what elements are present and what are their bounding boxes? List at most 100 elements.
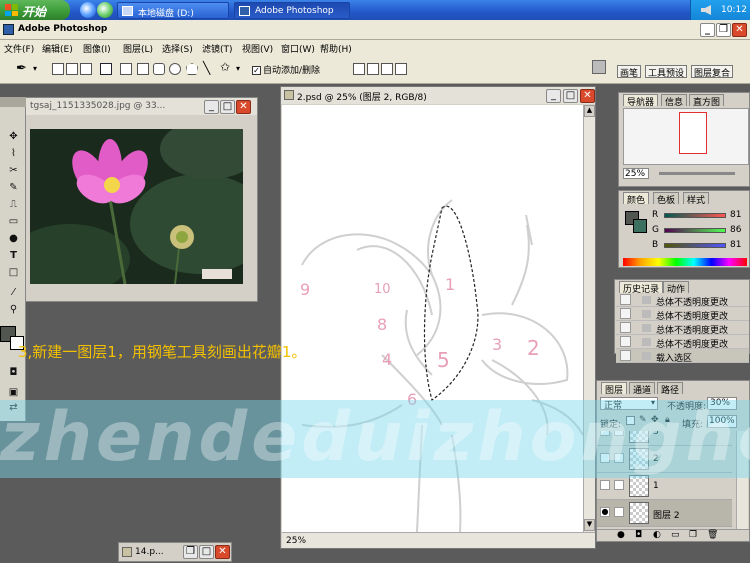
- tab-color[interactable]: 颜色: [623, 192, 650, 206]
- layer-group-icon[interactable]: ▭: [671, 530, 680, 540]
- tab-styles[interactable]: 样式: [683, 192, 710, 206]
- chevron-down-icon[interactable]: ▾: [236, 64, 240, 73]
- new-layer-icon[interactable]: ❐: [689, 530, 697, 540]
- tab-history[interactable]: 历史记录: [619, 281, 664, 295]
- minimize-button[interactable]: _: [204, 100, 219, 114]
- ie-icon[interactable]: [80, 2, 96, 18]
- freeform-pen-icon[interactable]: [120, 63, 132, 75]
- close-button[interactable]: ✕: [215, 545, 230, 559]
- crop-tool-icon[interactable]: ✂: [7, 165, 20, 177]
- tab-histogram[interactable]: 直方图: [689, 94, 725, 108]
- menu-select[interactable]: 选择(S): [162, 42, 193, 55]
- history-item[interactable]: 总体不透明度更改: [616, 321, 749, 336]
- history-item[interactable]: 总体不透明度更改: [616, 293, 749, 308]
- color-ramp[interactable]: [623, 258, 747, 266]
- eyedropper-tool-icon[interactable]: ⁄: [7, 287, 20, 299]
- stamp-tool-icon[interactable]: ⎍: [7, 199, 20, 211]
- blur-tool-icon[interactable]: ●: [7, 233, 20, 245]
- rectangle-icon[interactable]: [137, 63, 149, 75]
- menu-view[interactable]: 视图(V): [242, 42, 273, 55]
- tab-layers[interactable]: 图层: [601, 382, 628, 396]
- auto-add-delete-checkbox[interactable]: ✓ 自动添加/删除: [252, 63, 320, 76]
- navigator-view-box[interactable]: [679, 112, 707, 154]
- chevron-down-icon[interactable]: ▾: [33, 64, 37, 73]
- scroll-down-icon[interactable]: ▼: [584, 519, 595, 531]
- menu-window[interactable]: 窗口(W): [281, 42, 315, 55]
- task-photoshop[interactable]: Adobe Photoshop: [234, 2, 350, 19]
- navigator-zoom-field[interactable]: 25%: [623, 168, 649, 179]
- start-button[interactable]: 开始: [0, 0, 70, 20]
- history-item[interactable]: 总体不透明度更改: [616, 335, 749, 350]
- layer-style-icon[interactable]: ●: [617, 530, 625, 540]
- task-local-disk[interactable]: 本地磁盘 (D:): [117, 2, 229, 19]
- navigator-preview[interactable]: [623, 108, 749, 165]
- minimize-button[interactable]: _: [546, 89, 561, 103]
- layer-row-selected[interactable]: ● 图层 2: [597, 500, 732, 527]
- tab-brushes[interactable]: 画笔: [617, 65, 642, 79]
- scroll-up-icon[interactable]: ▲: [584, 105, 595, 117]
- tab-layer-comps[interactable]: 图层复合: [691, 65, 734, 79]
- move-tool-icon[interactable]: ✥: [7, 131, 20, 143]
- close-button[interactable]: ✕: [732, 23, 747, 37]
- history-item-current[interactable]: 载入选区: [616, 349, 749, 364]
- menu-layer[interactable]: 图层(L): [123, 42, 153, 55]
- menu-edit[interactable]: 编辑(E): [42, 42, 73, 55]
- minimize-button[interactable]: _: [700, 23, 715, 37]
- green-slider[interactable]: [664, 228, 726, 233]
- menu-help[interactable]: 帮助(H): [320, 42, 352, 55]
- blue-slider[interactable]: [664, 243, 726, 248]
- polygon-icon[interactable]: [186, 63, 198, 75]
- tab-paths[interactable]: 路径: [657, 382, 684, 396]
- maximize-button[interactable]: □: [220, 100, 235, 114]
- adjustment-layer-icon[interactable]: ◐: [653, 530, 661, 540]
- menu-filter[interactable]: 滤镜(T): [202, 42, 233, 55]
- close-button[interactable]: ✕: [236, 100, 251, 114]
- restore-button[interactable]: ❐: [716, 23, 731, 37]
- maximize-button[interactable]: □: [563, 89, 578, 103]
- maximize-button[interactable]: □: [199, 545, 214, 559]
- path-exclude-icon[interactable]: [395, 63, 407, 75]
- channel-value[interactable]: 81: [730, 240, 741, 250]
- rounded-rectangle-icon[interactable]: [153, 63, 165, 75]
- eraser-tool-icon[interactable]: ▭: [7, 216, 20, 228]
- tab-tool-presets[interactable]: 工具预设: [645, 65, 688, 79]
- background-swatch[interactable]: [633, 219, 647, 233]
- fill-pixels-icon[interactable]: [80, 63, 92, 75]
- path-subtract-icon[interactable]: [367, 63, 379, 75]
- zoom-tool-icon[interactable]: ⚲: [7, 304, 20, 316]
- custom-shape-icon[interactable]: ✩: [220, 60, 230, 74]
- paths-icon[interactable]: [66, 63, 78, 75]
- tab-navigator[interactable]: 导航器: [623, 94, 659, 108]
- ellipse-icon[interactable]: [169, 63, 181, 75]
- type-tool-icon[interactable]: T: [7, 250, 20, 262]
- close-button[interactable]: ✕: [580, 89, 595, 103]
- history-item[interactable]: 总体不透明度更改: [616, 307, 749, 322]
- channel-value[interactable]: 81: [730, 210, 741, 220]
- media-icon[interactable]: [97, 2, 113, 18]
- restore-button[interactable]: ❐: [183, 545, 198, 559]
- pen-tool-icon[interactable]: ✒: [16, 61, 27, 76]
- eye-icon[interactable]: ●: [600, 507, 610, 517]
- menu-file[interactable]: 文件(F): [4, 42, 34, 55]
- shape-tool-icon[interactable]: □: [7, 267, 20, 279]
- path-add-icon[interactable]: [353, 63, 365, 75]
- layer-mask-icon[interactable]: ◘: [635, 530, 642, 540]
- tab-channels[interactable]: 通道: [629, 382, 656, 396]
- navigator-zoom-slider[interactable]: [659, 172, 735, 175]
- toolbox-header[interactable]: [0, 97, 26, 107]
- channel-value[interactable]: 86: [730, 225, 741, 235]
- shape-layers-icon[interactable]: [52, 63, 64, 75]
- quick-mask-icon[interactable]: ◘: [7, 367, 20, 379]
- red-slider[interactable]: [664, 213, 726, 218]
- tab-swatches[interactable]: 色板: [653, 192, 680, 206]
- zoom-level[interactable]: 25%: [286, 536, 306, 546]
- line-icon[interactable]: ╲: [203, 61, 210, 75]
- brush-icon[interactable]: [614, 507, 624, 517]
- speaker-icon[interactable]: [701, 5, 711, 15]
- menu-image[interactable]: 图像(I): [83, 42, 111, 55]
- tab-info[interactable]: 信息: [661, 94, 688, 108]
- brush-tool-icon[interactable]: ✎: [7, 182, 20, 194]
- pen-mode-icon[interactable]: [100, 63, 112, 75]
- minimized-document-window[interactable]: 14.p... ❐ □ ✕: [118, 542, 232, 562]
- file-browser-icon[interactable]: [592, 60, 606, 74]
